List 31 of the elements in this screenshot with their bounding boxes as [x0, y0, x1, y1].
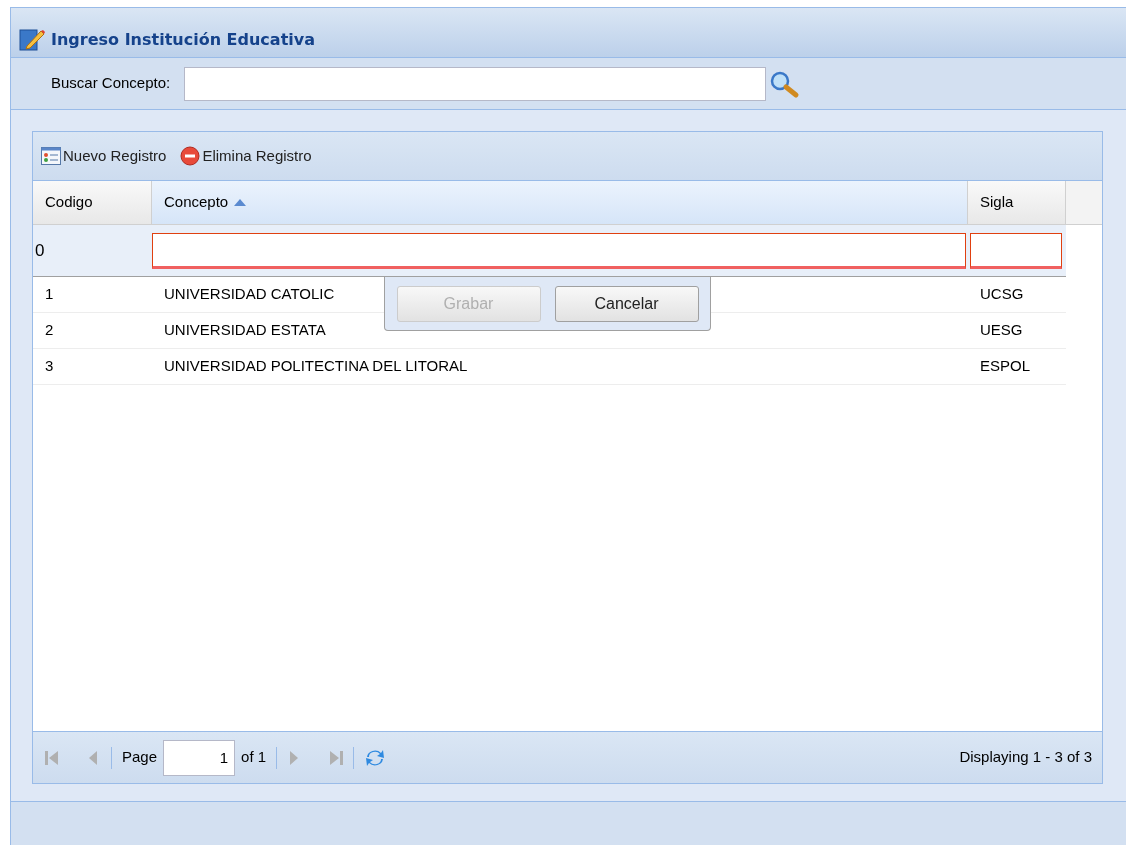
concept-input[interactable] [152, 232, 966, 269]
delete-icon [180, 146, 201, 166]
delete-button[interactable]: Elimina Registro [180, 144, 312, 168]
table-cell: UNIVERSIDAD POLITECTINA DEL LITORAL [164, 357, 468, 375]
column-header[interactable]: Concepto [152, 181, 968, 224]
page-count: of 1 [241, 747, 267, 768]
column-header[interactable]: Codigo [33, 181, 152, 224]
page-field[interactable]: 1 [163, 739, 236, 776]
table-cell: UESG [980, 321, 1023, 339]
row-action-button[interactable]: Cancelar [554, 285, 699, 322]
code-value: 0 [34, 239, 46, 262]
table-cell: UNIVERSIDAD CATOLIC [164, 285, 335, 303]
last-page-icon[interactable] [329, 749, 344, 766]
table-cell: UNIVERSIDAD ESTATA [164, 321, 326, 339]
form-icon [41, 147, 61, 165]
page-label: Page [122, 747, 158, 768]
table-cell: 1 [45, 285, 54, 303]
display-info: Displaying 1 - 3 of 3 [959, 747, 1092, 768]
table-cell: 2 [45, 321, 54, 339]
sort-ascending-icon [234, 199, 247, 206]
search-label: Buscar Concepto: [51, 73, 171, 94]
edit-icon [19, 27, 45, 52]
table-cell: ESPOL [980, 357, 1031, 375]
table-cell: 3 [45, 357, 54, 375]
search-field[interactable] [184, 66, 767, 101]
first-page-icon[interactable] [45, 749, 59, 766]
new-button[interactable]: Nuevo Registro [41, 144, 167, 168]
table-cell: UCSG [980, 285, 1024, 303]
window-title: Ingreso Institución Educativa [51, 28, 315, 51]
acronym-input[interactable] [970, 232, 1062, 269]
column-header[interactable]: Sigla [968, 181, 1066, 224]
